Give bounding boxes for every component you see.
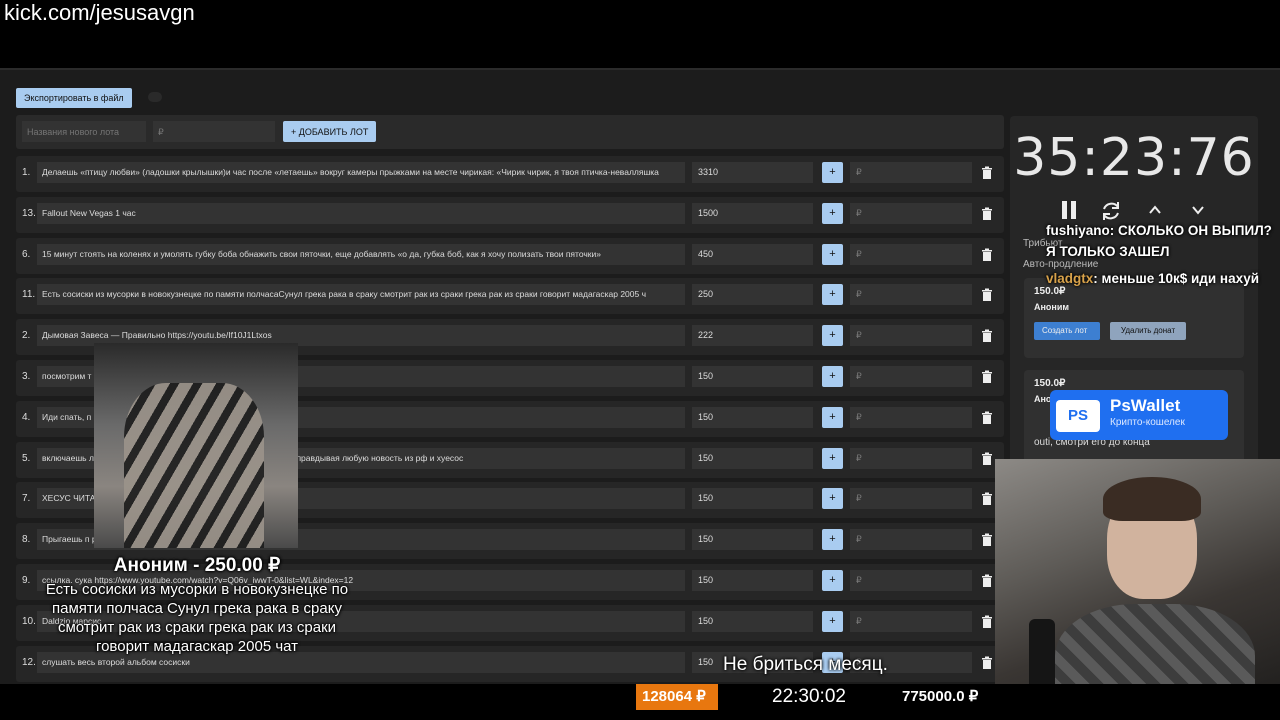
lot-amount-input[interactable]: 222 [692,325,813,347]
trash-icon[interactable] [980,452,994,466]
lot-price-input[interactable]: ₽ [850,325,972,347]
lot-name-input[interactable]: 15 минут стоять на коленях и умолять губ… [37,243,685,265]
lot-amount-input[interactable]: 450 [692,243,813,265]
lot-amount-input[interactable]: 150 [692,447,813,469]
trash-icon[interactable] [980,533,994,547]
pswallet-title: PsWallet [1110,396,1181,415]
lot-amount-input[interactable]: 3310 [692,162,813,183]
add-amount-button[interactable]: + [822,243,843,265]
add-amount-button[interactable]: + [822,202,843,224]
donation-author: Аноним [1034,302,1070,312]
trash-icon[interactable] [980,248,994,262]
lot-row: 11. Есть сосиски из мусорки в новокузнецк… [16,278,1004,315]
lot-amount-input[interactable]: 150 [692,529,813,551]
donation-card: 150.0₽ Аноним Создать лот Удалить донат [1024,278,1244,358]
donation-amount: 150.0₽ [1034,378,1066,389]
trash-icon[interactable] [980,288,994,302]
export-toggle[interactable] [148,92,162,102]
lot-price-input[interactable]: ₽ [850,447,972,469]
trash-icon[interactable] [980,329,994,343]
pswallet-subtitle: Крипто-кошелек [1110,417,1185,428]
create-lot-button[interactable]: Создать лот [1034,322,1100,340]
delete-donation-button[interactable]: Удалить донат [1110,322,1186,340]
chat-username: vladgtx [1046,271,1094,286]
webcam-feed [995,459,1280,720]
pswallet-logo: PS [1056,400,1100,432]
lot-amount-input[interactable]: 150 [692,406,813,428]
trash-icon[interactable] [980,166,994,180]
lot-name-input[interactable]: Есть сосиски из мусорки в новокузнецке п… [37,284,685,306]
export-button[interactable]: Экспортировать в файл [16,88,132,108]
trash-icon[interactable] [980,492,994,506]
chat-message: fushiyano: СКОЛЬКО ОН ВЫПИЛ? Я ТОЛЬКО ЗА… [1046,220,1280,262]
new-lot-name-input[interactable] [22,121,146,142]
stream-url: kick.com/jesusavgn [4,0,195,25]
add-amount-button[interactable]: + [822,162,843,183]
status-clock: 22:30:02 [772,686,846,707]
add-amount-button[interactable]: + [822,569,843,591]
add-amount-button[interactable]: + [822,365,843,387]
alert-figure [124,383,264,548]
lot-name-input[interactable]: Fallout New Vegas 1 час [37,202,685,224]
lot-amount-input[interactable]: 250 [692,284,813,306]
donation-alert: Аноним - 250.00 ₽ Есть сосиски из мусорк… [44,552,350,656]
lot-price-input[interactable]: ₽ [850,243,972,265]
lot-price-input[interactable]: ₽ [850,569,972,591]
donation-alert-title: Аноним - 250.00 ₽ [113,555,281,576]
lot-amount-input[interactable]: 150 [692,488,813,510]
lot-price-input[interactable]: ₽ [850,162,972,183]
chat-text: : меньше 10к$ иди нахуй [1093,271,1260,286]
lot-row: 6. 15 минут стоять на коленях и умолять г… [16,237,1004,274]
trash-icon[interactable] [980,656,994,670]
lot-price-input[interactable]: ₽ [850,406,972,428]
lot-row: 1. Делаешь «птицу любви» (ладошки крылышк… [16,156,1004,192]
chat-message: vladgtx: меньше 10к$ иди нахуй [1046,268,1280,289]
lot-price-input[interactable]: ₽ [850,610,972,632]
add-amount-button[interactable]: + [822,325,843,347]
donation-alert-image [94,343,298,548]
donation-author: Ано [1034,394,1052,404]
lot-amount-input[interactable]: 1500 [692,202,813,224]
lot-amount-input[interactable]: 150 [692,610,813,632]
lot-price-input[interactable]: ₽ [850,202,972,224]
streamer-hair [1103,477,1201,521]
auction-timer: 35:23:76 [1013,128,1255,188]
add-amount-button[interactable]: + [822,529,843,551]
total-raised: 128064 ₽ [636,684,718,710]
pswallet-ad: PS PsWallet Крипто-кошелек [1050,390,1228,440]
stream-subtitle: Не бриться месяц. [723,654,888,675]
trash-icon[interactable] [980,411,994,425]
trash-icon[interactable] [980,574,994,588]
add-amount-button[interactable]: + [822,447,843,469]
add-amount-button[interactable]: + [822,488,843,510]
lot-name-input[interactable]: Делаешь «птицу любви» (ладошки крылышки)… [37,162,685,183]
status-bar: 128064 ₽ 22:30:02 775000.0 ₽ [0,684,1280,720]
new-lot-price-input[interactable] [153,121,275,142]
chat-overlay: fushiyano: СКОЛЬКО ОН ВЫПИЛ? Я ТОЛЬКО ЗА… [1046,220,1280,289]
add-amount-button[interactable]: + [822,610,843,632]
lot-amount-input[interactable]: 150 [692,569,813,591]
lot-price-input[interactable]: ₽ [850,365,972,387]
donation-alert-message: Есть сосиски из мусорки в новокузнецке п… [45,581,349,655]
add-lot-bar: + ДОБАВИТЬ ЛОТ [16,115,1004,149]
lot-row: 13. Fallout New Vegas 1 час 1500 + ₽ [16,196,1004,233]
chat-username: fushiyano [1046,223,1110,238]
lot-price-input[interactable]: ₽ [850,488,972,510]
goal-amount: 775000.0 ₽ [902,688,979,705]
trash-icon[interactable] [980,370,994,384]
lot-amount-input[interactable]: 150 [692,365,813,387]
add-lot-button[interactable]: + ДОБАВИТЬ ЛОТ [283,121,377,142]
trash-icon[interactable] [980,615,994,629]
add-amount-button[interactable]: + [822,406,843,428]
lot-price-input[interactable]: ₽ [850,284,972,306]
add-amount-button[interactable]: + [822,284,843,306]
trash-icon[interactable] [980,207,994,221]
lot-price-input[interactable]: ₽ [850,529,972,551]
